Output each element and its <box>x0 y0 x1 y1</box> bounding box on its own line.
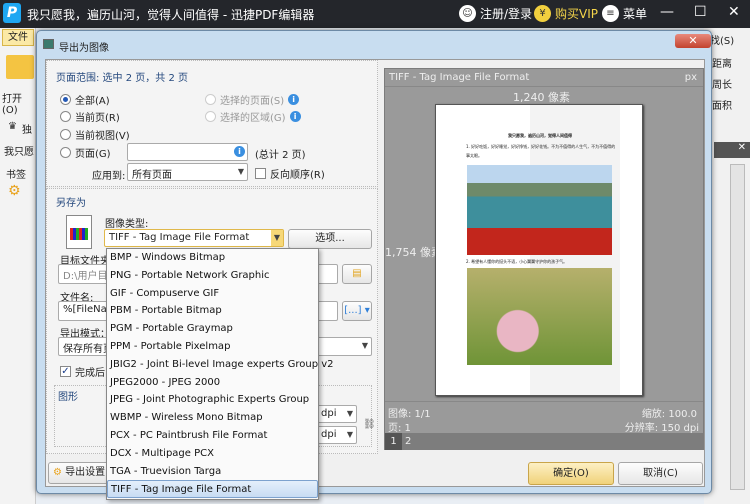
dropdown-option[interactable]: TGA - Truevision Targa <box>107 463 318 481</box>
chevron-down-icon: ▼ <box>361 341 368 350</box>
dropdown-option[interactable]: BMP - Windows Bitmap <box>107 249 318 267</box>
area-button[interactable]: 面积 <box>712 97 732 112</box>
document-tab[interactable]: 我只愿 <box>4 143 34 158</box>
radio-selected-area[interactable]: 选择的区域(G) i <box>205 109 301 124</box>
info-icon: i <box>288 94 300 105</box>
preview-format: TIFF - Tag Image File Format <box>389 72 530 83</box>
graphics-label: 图形 <box>58 392 78 403</box>
maximize-button[interactable]: ☐ <box>694 4 707 20</box>
login-button[interactable]: ☺ 注册/登录 <box>459 5 532 22</box>
radio-pages[interactable]: 页面(G) <box>60 145 111 160</box>
close-app-button[interactable]: ✕ <box>728 4 740 20</box>
bookmarks-tab[interactable]: 书签 <box>6 166 26 181</box>
open-button[interactable]: 打开(O) <box>2 90 35 116</box>
distance-button[interactable]: 距离 <box>712 55 732 70</box>
image-type-label: 图像类型: <box>105 219 149 230</box>
filename-macro-button[interactable]: [...] ▾ <box>342 301 372 321</box>
width-label: 1,240 像素 <box>513 91 570 104</box>
dropdown-option[interactable]: PCX - PC Paintbrush File Format <box>107 427 318 445</box>
image-preview: TIFF - Tag Image File Format px 1,240 像素… <box>384 68 704 450</box>
gear-icon: ⚙ <box>53 467 62 478</box>
river-photo <box>467 165 612 255</box>
dpi-x-select[interactable]: dpi ▼ <box>316 405 357 423</box>
partial-label: 独 <box>22 125 32 136</box>
page-range-label: 页面范围: 选中 2 页，共 2 页 <box>56 73 188 84</box>
dialog-close-button[interactable]: ✕ <box>675 34 711 48</box>
chevron-down-icon: ▼ <box>271 230 283 246</box>
page-number: 页: 1 <box>388 423 411 434</box>
ribbon-left: 文件 打开(O) ♛ 独 我只愿 书签 ⚙ <box>0 28 36 504</box>
panel-close-icon[interactable]: ✕ <box>714 142 750 158</box>
minimize-button[interactable]: — <box>660 4 674 20</box>
image-type-dropdown: BMP - Windows Bitmap PNG - Portable Netwo… <box>106 248 334 500</box>
menu-icon: ≡ <box>602 5 619 22</box>
apply-to-label: 应用到: <box>92 171 126 182</box>
vip-label: 购买VIP <box>555 7 598 21</box>
info-icon: i <box>289 111 301 122</box>
gear-icon[interactable]: ⚙ <box>8 183 21 199</box>
pages-input[interactable] <box>127 143 248 161</box>
dropdown-option[interactable]: PBM - Portable Bitmap <box>107 302 318 320</box>
app-logo: P <box>3 3 21 23</box>
dropdown-option[interactable]: PNG - Portable Network Graphic <box>107 267 318 285</box>
dropdown-option[interactable]: JPEG - Joint Photographic Experts Group <box>107 391 318 409</box>
chevron-down-icon: ▼ <box>237 167 244 176</box>
dpi-y-select[interactable]: dpi ▼ <box>316 426 357 444</box>
file-tab[interactable]: 文件 <box>2 29 34 46</box>
reverse-order-checkbox[interactable]: 反向顺序(R) <box>255 166 325 181</box>
resolution: 分辨率: 150 dpi <box>624 423 699 434</box>
apply-to-select[interactable]: 所有页面 ▼ <box>127 163 248 181</box>
scrollbar[interactable] <box>730 164 745 490</box>
dropdown-option[interactable]: WBMP - Wireless Mono Bitmap <box>107 409 318 427</box>
app-title: 我只愿我，遍历山河，觉得人间值得 - 迅捷PDF编辑器 <box>27 8 315 22</box>
radio-selected-pages[interactable]: 选择的页面(S) i <box>205 92 300 107</box>
radio-all[interactable]: 全部(A) <box>60 92 110 107</box>
browse-folder-button[interactable]: ▤ <box>342 264 372 284</box>
height-label: 1,754 像素 <box>385 244 442 260</box>
dropdown-option[interactable]: JBIG2 - Joint Bi-level Image experts Gro… <box>107 356 334 374</box>
save-as-label: 另存为 <box>56 198 86 209</box>
user-icon: ☺ <box>459 5 476 22</box>
menu-label: 菜单 <box>623 7 648 21</box>
roses-photo <box>467 268 612 365</box>
dropdown-option[interactable]: TIFF - Tag Image File Format <box>107 480 318 499</box>
vip-button[interactable]: ¥ 购买VIP <box>534 5 598 22</box>
folder-icon[interactable] <box>6 55 34 79</box>
dropdown-option[interactable]: GIF - Compuserve GIF <box>107 285 318 303</box>
doc-paragraph: 1. 好好吃饭，好好睡觉，好好挣钱，好好花钱。不为不值得的人生气，不为不值得的事… <box>466 144 616 158</box>
radio-current-page[interactable]: 当前页(R) <box>60 109 120 124</box>
doc-title: 我只愿我，遍历山河，觉得人间值得 <box>508 133 572 138</box>
radio-current-view[interactable]: 当前视图(V) <box>60 127 130 142</box>
image-count: 图像: 1/1 <box>388 409 431 420</box>
dropdown-option[interactable]: DCX - Multipage PCX <box>107 445 318 463</box>
find-button[interactable]: 找(S) <box>710 32 734 47</box>
options-button[interactable]: 选项... <box>288 229 372 249</box>
image-type-select[interactable]: TIFF - Tag Image File Format ▼ <box>104 229 284 247</box>
page-tab-1[interactable]: 1 <box>385 433 402 450</box>
menu-button[interactable]: ≡ 菜单 <box>602 5 647 22</box>
image-file-icon <box>66 215 92 249</box>
after-finish-checkbox[interactable]: ✓ 完成后 <box>60 364 105 379</box>
dropdown-option[interactable]: PGM - Portable Graymap <box>107 320 318 338</box>
crown-icon: ♛ <box>8 121 17 132</box>
login-label: 注册/登录 <box>480 7 533 21</box>
yen-icon: ¥ <box>534 5 551 22</box>
unit-label: px <box>684 72 697 83</box>
zoom-level: 缩放: 100.0 <box>641 409 697 420</box>
dialog-title: 导出为图像 <box>59 43 109 54</box>
page-tab-2[interactable]: 2 <box>405 433 411 450</box>
total-pages-label: (总计 2 页) <box>255 150 306 161</box>
ok-button[interactable]: 确定(O) <box>528 462 614 485</box>
link-icon[interactable]: ⛓ <box>363 419 376 430</box>
doc-paragraph: 2. 希望有人懂你的挺头不语，小心翼翼守护你的孩子气。 <box>466 259 568 264</box>
cancel-button[interactable]: 取消(C) <box>618 462 703 485</box>
info-icon: i <box>234 146 245 157</box>
perimeter-button[interactable]: 周长 <box>712 76 732 91</box>
app-titlebar: P 我只愿我，遍历山河，觉得人间值得 - 迅捷PDF编辑器 ☺ 注册/登录 ¥ 购买… <box>0 0 750 28</box>
dropdown-option[interactable]: PPM - Portable Pixelmap <box>107 338 318 356</box>
page-tabs: 1 2 <box>385 433 703 450</box>
page-thumbnail: 我只愿我，遍历山河，觉得人间值得 1. 好好吃饭，好好睡觉，好好挣钱，好好花钱。… <box>435 104 643 396</box>
dropdown-option[interactable]: JPEG2000 - JPEG 2000 <box>107 374 318 392</box>
dialog-icon <box>43 39 54 49</box>
